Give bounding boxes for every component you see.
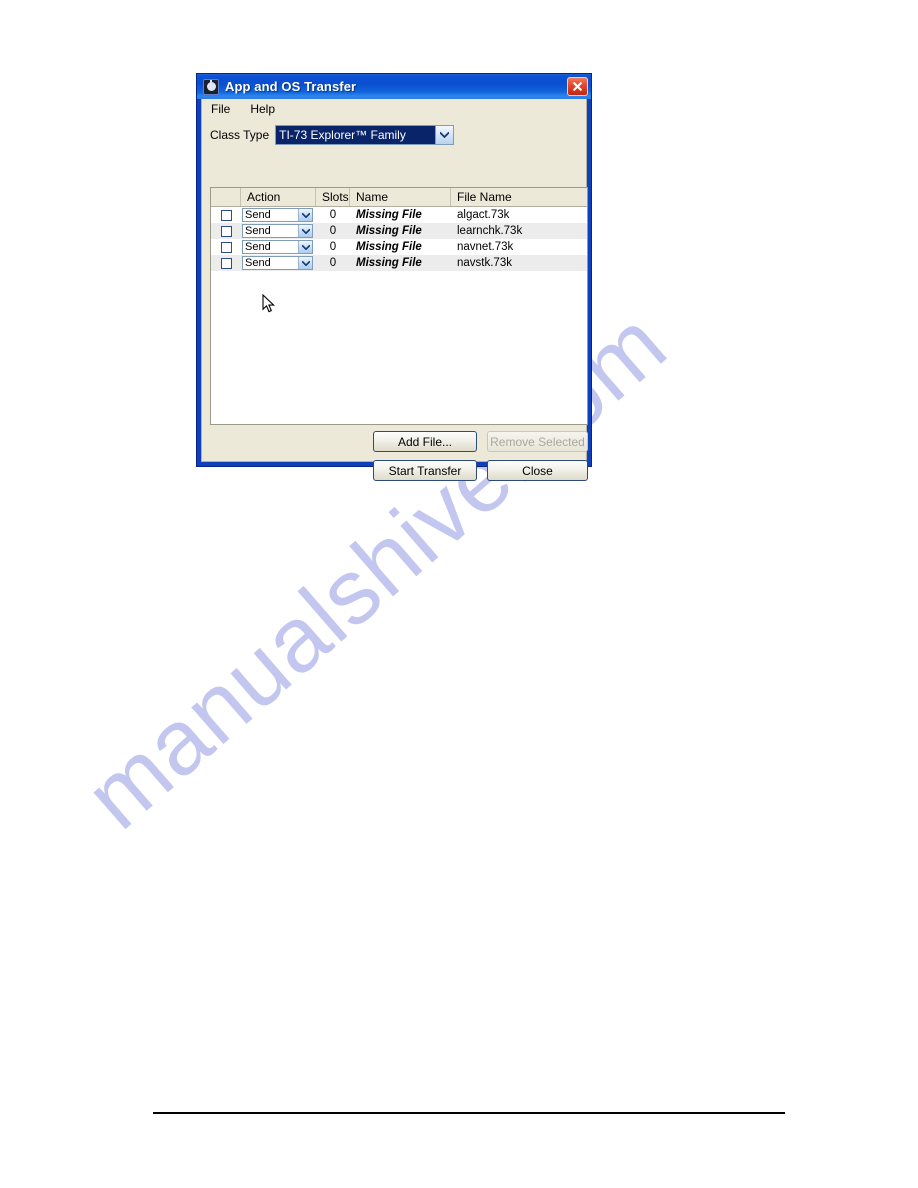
row-file-name: learnchk.73k bbox=[457, 225, 523, 237]
row-checkbox[interactable] bbox=[220, 209, 232, 221]
remove-selected-button: Remove Selected bbox=[487, 431, 588, 452]
window-titlebar: App and OS Transfer bbox=[197, 74, 591, 99]
table-row[interactable]: Send 0 Missing File algact.73k bbox=[211, 207, 587, 223]
column-header-name[interactable]: Name bbox=[350, 188, 451, 206]
action-selected-value: Send bbox=[245, 257, 271, 269]
row-file-name: navnet.73k bbox=[457, 241, 514, 253]
class-type-dropdown[interactable]: TI-73 Explorer™ Family bbox=[275, 125, 455, 145]
row-slots: 0 bbox=[329, 209, 337, 221]
action-dropdown[interactable]: Send bbox=[242, 224, 313, 238]
row-file-name: navstk.73k bbox=[457, 257, 512, 269]
chevron-down-icon[interactable] bbox=[298, 225, 312, 237]
row-name-cell: Missing File bbox=[350, 255, 451, 271]
row-name-status: Missing File bbox=[356, 257, 422, 269]
chevron-down-icon[interactable] bbox=[298, 257, 312, 269]
action-selected-value: Send bbox=[245, 209, 271, 221]
action-selected-value: Send bbox=[245, 241, 271, 253]
row-file-name: algact.73k bbox=[457, 209, 510, 221]
action-selected-value: Send bbox=[245, 225, 271, 237]
column-header-action[interactable]: Action bbox=[241, 188, 316, 206]
window-body: File Help Class Type TI-73 Explorer™ Fam… bbox=[201, 99, 588, 481]
row-checkbox[interactable] bbox=[220, 241, 232, 253]
row-checkbox-cell bbox=[211, 255, 241, 271]
list-header-row: Action Slots Name File Name bbox=[211, 188, 587, 207]
table-row[interactable]: Send 0 Missing File navstk.73k bbox=[211, 255, 587, 271]
row-action-cell: Send bbox=[241, 207, 316, 223]
file-transfer-list: Action Slots Name File Name Send 0 Missi… bbox=[210, 187, 588, 425]
action-dropdown[interactable]: Send bbox=[242, 256, 313, 270]
row-name-cell: Missing File bbox=[350, 239, 451, 255]
footer-divider bbox=[153, 1112, 785, 1114]
close-icon[interactable] bbox=[567, 77, 588, 96]
class-type-row: Class Type TI-73 Explorer™ Family bbox=[202, 118, 586, 146]
row-checkbox[interactable] bbox=[220, 257, 232, 269]
row-checkbox-cell bbox=[211, 223, 241, 239]
row-name-status: Missing File bbox=[356, 241, 422, 253]
row-checkbox-cell bbox=[211, 207, 241, 223]
row-slots: 0 bbox=[329, 225, 337, 237]
table-row[interactable]: Send 0 Missing File navnet.73k bbox=[211, 239, 587, 255]
class-type-label: Class Type bbox=[210, 128, 270, 142]
row-checkbox[interactable] bbox=[220, 225, 232, 237]
menu-item-file[interactable]: File bbox=[209, 101, 239, 117]
chevron-down-icon[interactable] bbox=[298, 241, 312, 253]
row-action-cell: Send bbox=[241, 239, 316, 255]
start-transfer-button[interactable]: Start Transfer bbox=[373, 460, 477, 481]
row-name-status: Missing File bbox=[356, 209, 422, 221]
row-slots: 0 bbox=[329, 241, 337, 253]
row-slots: 0 bbox=[329, 257, 337, 269]
row-checkbox-cell bbox=[211, 239, 241, 255]
app-and-os-transfer-dialog: App and OS Transfer File Help Class Type… bbox=[196, 73, 592, 481]
column-header-slots[interactable]: Slots bbox=[316, 188, 350, 206]
row-name-status: Missing File bbox=[356, 225, 422, 237]
menu-item-help[interactable]: Help bbox=[248, 101, 284, 117]
action-dropdown[interactable]: Send bbox=[242, 240, 313, 254]
class-type-selected-value: TI-73 Explorer™ Family bbox=[276, 126, 436, 144]
table-row[interactable]: Send 0 Missing File learnchk.73k bbox=[211, 223, 587, 239]
chevron-down-icon[interactable] bbox=[435, 126, 454, 144]
row-action-cell: Send bbox=[241, 223, 316, 239]
dialog-button-panel: Add File... Remove Selected Start Transf… bbox=[210, 431, 588, 483]
chevron-down-icon[interactable] bbox=[298, 209, 312, 221]
close-button[interactable]: Close bbox=[487, 460, 588, 481]
column-header-file-name[interactable]: File Name bbox=[451, 188, 587, 206]
add-file-button[interactable]: Add File... bbox=[373, 431, 477, 452]
row-name-cell: Missing File bbox=[350, 207, 451, 223]
row-name-cell: Missing File bbox=[350, 223, 451, 239]
row-action-cell: Send bbox=[241, 255, 316, 271]
app-circle-icon bbox=[203, 78, 219, 95]
action-dropdown[interactable]: Send bbox=[242, 208, 313, 222]
window-title: App and OS Transfer bbox=[225, 79, 357, 94]
menu-bar: File Help bbox=[202, 99, 586, 118]
column-header-checkbox[interactable] bbox=[211, 188, 241, 206]
